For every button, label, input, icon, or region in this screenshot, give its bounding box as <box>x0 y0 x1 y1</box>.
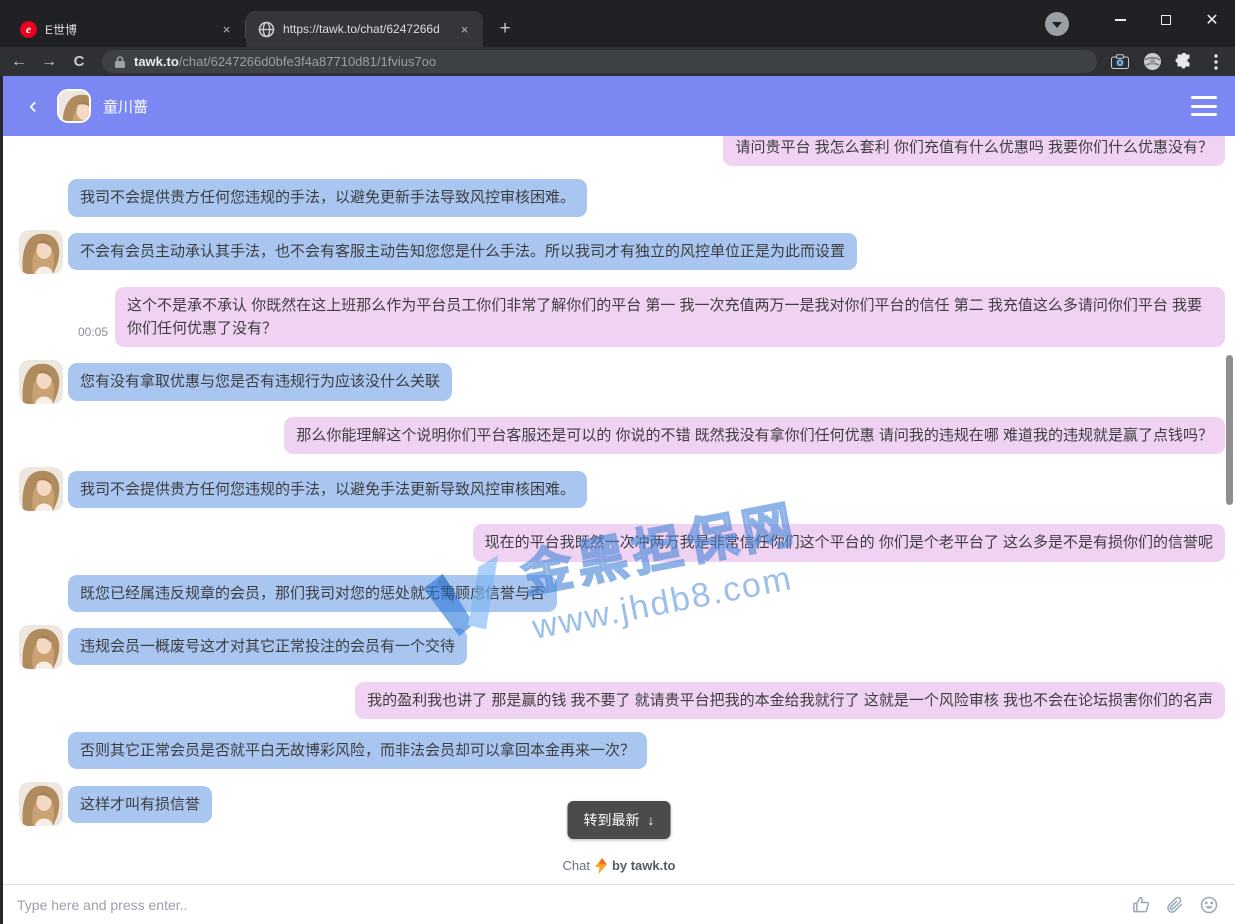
agent-avatar-image <box>19 467 63 511</box>
message-bubble: 我司不会提供贵方任何您违规的手法，以避免更新手法导致风控审核困难。 <box>68 179 587 216</box>
chat-back-button[interactable]: ‹ <box>21 92 45 120</box>
message-row: 不会有会员主动承认其手法，也不会有客服主动告知您您是什么手法。所以我司才有独立的… <box>3 230 1235 274</box>
message-row: 违规会员一概废号这才对其它正常投注的会员有一个交待 <box>3 625 1235 669</box>
browser-tab-esb[interactable]: e E世博 × <box>8 11 245 47</box>
tab-close-icon[interactable]: × <box>218 21 235 38</box>
message-timestamp: 00:05 <box>78 325 108 347</box>
tab-close-icon[interactable]: × <box>456 21 473 38</box>
message-row: 00:05 这个不是承不承认 你既然在这上班那么作为平台员工你们非常了解你们的平台… <box>3 287 1235 348</box>
chat-message-input[interactable] <box>17 897 1119 913</box>
agent-avatar <box>19 625 63 669</box>
message-bubble: 您有没有拿取优惠与您是否有违规行为应该没什么关联 <box>68 363 452 400</box>
agent-avatar <box>19 782 63 826</box>
message-row: 我司不会提供贵方任何您违规的手法，以避免手法更新导致风控审核困难。 <box>3 467 1235 511</box>
tab-search-icon[interactable] <box>1045 12 1069 36</box>
branding-by-label: by tawk.to <box>612 858 676 873</box>
browser-tab-tawk[interactable]: https://tawk.to/chat/6247266d × <box>246 11 483 47</box>
message-bubble: 既您已经属违反规章的会员，那们我司对您的惩处就无需顾虑信誉与否 <box>68 575 557 612</box>
message-row: 现在的平台我既然一次冲两万我是非常信任你们这个平台的 你们是个老平台了 这么多是… <box>3 524 1235 561</box>
close-window-button[interactable]: ✕ <box>1189 0 1235 40</box>
esb-favicon-icon: e <box>20 21 37 38</box>
agent-avatar-image <box>19 782 63 826</box>
caret-down-icon <box>1052 22 1062 28</box>
tawk-chat-page: ‹ 童川蔷 请问贵平台 我怎么套利 你们充值有什么优惠吗 我要你们什么优惠没有？… <box>0 76 1235 924</box>
screenshot-extension-icon[interactable] <box>1107 49 1133 75</box>
globe-favicon-icon <box>258 21 275 38</box>
browser-tab-strip: e E世博 × https://tawk.to/chat/6247266d × … <box>0 0 1235 47</box>
agent-name: 童川蔷 <box>103 96 1179 117</box>
forward-button[interactable]: → <box>36 49 62 75</box>
agent-avatar-image <box>19 230 63 274</box>
message-bubble: 请问贵平台 我怎么套利 你们充值有什么优惠吗 我要你们什么优惠没有？ <box>723 136 1225 166</box>
jump-to-latest-button[interactable]: 转到最新↓ <box>568 801 671 839</box>
emoji-smiley-icon[interactable] <box>1197 893 1221 917</box>
reload-button[interactable]: C <box>66 49 92 75</box>
message-row: 那么你能理解这个说明你们平台客服还是可以的 你说的不错 既然我没有拿你们任何优惠… <box>3 417 1235 454</box>
url-path: /chat/6247266d0bfe3f4a87710d81/1fvius7oo <box>179 54 436 69</box>
chat-header: ‹ 童川蔷 <box>3 76 1235 136</box>
lightning-bolt-icon <box>595 858 607 874</box>
message-bubble: 违规会员一概废号这才对其它正常投注的会员有一个交待 <box>68 628 467 665</box>
minimize-button[interactable] <box>1097 0 1143 40</box>
message-bubble: 那么你能理解这个说明你们平台客服还是可以的 你说的不错 既然我没有拿你们任何优惠… <box>284 417 1225 454</box>
message-list[interactable]: 请问贵平台 我怎么套利 你们充值有什么优惠吗 我要你们什么优惠没有？ 我司不会提供… <box>3 136 1235 847</box>
message-row: 我的盈利我也讲了 那是赢的钱 我不要了 就请贵平台把我的本金给我就行了 这就是一… <box>3 682 1235 719</box>
message-bubble: 不会有会员主动承认其手法，也不会有客服主动告知您您是什么手法。所以我司才有独立的… <box>68 233 857 270</box>
browser-toolbar: ← → C tawk.to/chat/6247266d0bfe3f4a87710… <box>0 47 1235 76</box>
agent-avatar-image <box>19 625 63 669</box>
agent-avatar <box>57 89 91 123</box>
message-bubble: 现在的平台我既然一次冲两万我是非常信任你们这个平台的 你们是个老平台了 这么多是… <box>473 524 1225 561</box>
message-bubble: 我司不会提供贵方任何您违规的手法，以避免手法更新导致风控审核困难。 <box>68 471 587 508</box>
agent-avatar-image <box>59 91 91 123</box>
tab-title: https://tawk.to/chat/6247266d <box>283 22 448 36</box>
message-bubble: 这个不是承不承认 你既然在这上班那么作为平台员工你们非常了解你们的平台 第一 我… <box>115 287 1225 348</box>
message-bubble: 我的盈利我也讲了 那是赢的钱 我不要了 就请贵平台把我的本金给我就行了 这就是一… <box>355 682 1225 719</box>
message-row: 既您已经属违反规章的会员，那们我司对您的惩处就无需顾虑信誉与否 <box>3 575 1235 612</box>
message-bubble: 这样才叫有损信誉 <box>68 786 212 823</box>
maximize-button[interactable] <box>1143 0 1189 40</box>
thumbs-up-icon[interactable] <box>1129 893 1153 917</box>
tawk-branding[interactable]: Chat by tawk.to <box>3 847 1235 884</box>
agent-avatar-image <box>19 360 63 404</box>
agent-avatar <box>19 467 63 511</box>
message-row: 您有没有拿取优惠与您是否有违规行为应该没什么关联 <box>3 360 1235 404</box>
agent-avatar <box>19 360 63 404</box>
tab-title: E世博 <box>45 21 210 38</box>
attachment-paperclip-icon[interactable] <box>1163 893 1187 917</box>
address-bar[interactable]: tawk.to/chat/6247266d0bfe3f4a87710d81/1f… <box>102 50 1097 73</box>
branding-chat-label: Chat <box>562 858 589 873</box>
lock-icon <box>114 55 126 69</box>
extensions-puzzle-icon[interactable] <box>1171 49 1197 75</box>
message-bubble: 否则其它正常会员是否就平白无故博彩风险，而非法会员却可以拿回本金再来一次？ <box>68 732 647 769</box>
new-tab-button[interactable]: + <box>491 15 519 43</box>
agent-avatar <box>19 230 63 274</box>
chat-input-bar <box>3 884 1235 924</box>
message-row: 我司不会提供贵方任何您违规的手法，以避免更新手法导致风控审核困难。 <box>3 179 1235 216</box>
message-row: 否则其它正常会员是否就平白无故博彩风险，而非法会员却可以拿回本金再来一次？ <box>3 732 1235 769</box>
url-host: tawk.to <box>134 54 179 69</box>
arrow-down-icon: ↓ <box>648 812 655 828</box>
browser-menu-kebab-icon[interactable] <box>1203 49 1229 75</box>
extension-globe-icon[interactable] <box>1139 49 1165 75</box>
scrollbar-thumb[interactable] <box>1226 355 1233 505</box>
message-row: 请问贵平台 我怎么套利 你们充值有什么优惠吗 我要你们什么优惠没有？ <box>3 136 1235 166</box>
chat-menu-icon[interactable] <box>1191 96 1217 116</box>
back-button[interactable]: ← <box>6 49 32 75</box>
